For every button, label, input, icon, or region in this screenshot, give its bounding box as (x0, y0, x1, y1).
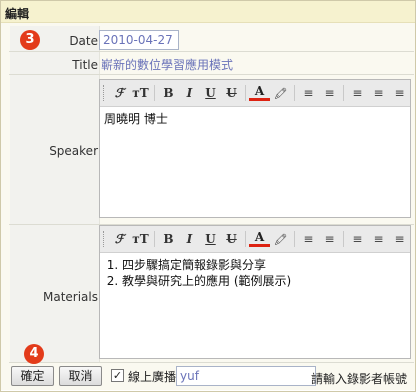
row-divider (9, 362, 414, 363)
live-broadcast-label: 線上廣播 (128, 370, 177, 384)
align-center-icon[interactable]: ≡ (368, 228, 389, 250)
cancel-button[interactable]: 取消 (59, 366, 102, 386)
align-right-icon[interactable]: ≡ (389, 82, 410, 104)
toolbar-separator (294, 231, 295, 247)
toolbar-separator (245, 85, 246, 101)
toolbar-separator (343, 231, 344, 247)
ordered-list-icon[interactable]: ≡ (298, 82, 319, 104)
align-left-icon[interactable]: ≡ (347, 82, 368, 104)
underline-icon[interactable]: U (200, 82, 221, 104)
speaker-content[interactable]: 周曉明 博士 (100, 107, 410, 131)
bold-icon[interactable]: B (158, 82, 179, 104)
align-left-icon[interactable]: ≡ (347, 228, 368, 250)
toolbar-separator (294, 85, 295, 101)
italic-icon[interactable]: I (179, 82, 200, 104)
unordered-list-icon[interactable]: ≡ (319, 82, 340, 104)
step-badge: 4 (24, 344, 44, 364)
confirm-button[interactable]: 確定 (11, 366, 54, 386)
recorder-account-hint: 請輸入錄影者帳號 (311, 372, 408, 386)
date-field[interactable]: 2010-04-27 (99, 30, 179, 50)
editor-toolbar: ℱ тT B I U U A 🖍 ≡ ≡ ≡ ≡ ≡ (100, 80, 410, 107)
align-center-icon[interactable]: ≡ (368, 82, 389, 104)
step-badge: 3 (20, 30, 40, 50)
toolbar-separator (153, 85, 155, 101)
ordered-list-icon[interactable]: ≡ (298, 228, 319, 250)
materials-editor: ℱ тT B I U U A 🖍 ≡ ≡ ≡ ≡ ≡ 四步驟搞定簡報錄影與分享 … (99, 225, 411, 359)
editor-toolbar: ℱ тT B I U U A 🖍 ≡ ≡ ≡ ≡ ≡ (100, 226, 410, 253)
list-item: 四步驟搞定簡報錄影與分享 (122, 257, 406, 273)
row-divider (9, 74, 414, 75)
speaker-editor: ℱ тT B I U U A 🖍 ≡ ≡ ≡ ≡ ≡ 周曉明 博士 (99, 79, 411, 218)
title-value[interactable]: 嶄新的數位學習應用模式 (101, 56, 233, 73)
toolbar-separator (245, 231, 246, 247)
font-size-icon[interactable]: тT (130, 82, 151, 104)
font-size-icon[interactable]: тT (130, 228, 151, 250)
toolbar-handle (103, 231, 105, 247)
unordered-list-icon[interactable]: ≡ (319, 228, 340, 250)
toolbar-separator (153, 231, 155, 247)
row-divider (9, 51, 414, 52)
font-color-icon[interactable]: A (248, 85, 270, 101)
materials-list: 四步驟搞定簡報錄影與分享 教學與研究上的應用 (範例展示) (104, 257, 406, 289)
underline-icon[interactable]: U (200, 228, 221, 250)
italic-icon[interactable]: I (179, 228, 200, 250)
font-family-icon[interactable]: ℱ (109, 82, 130, 104)
date-label: Date (69, 34, 98, 48)
toolbar-handle (103, 85, 105, 101)
strikethrough-icon[interactable]: U (221, 228, 242, 250)
recorder-account-input[interactable]: yuf (176, 366, 316, 386)
highlight-icon[interactable]: 🖍 (270, 82, 291, 104)
bold-icon[interactable]: B (158, 228, 179, 250)
label-column (10, 26, 100, 362)
materials-label: Materials (42, 290, 98, 304)
panel-title: 編輯 (1, 1, 415, 23)
action-bar: 確定 取消 ✓ 線上廣播 yuf 請輸入錄影者帳號 (9, 366, 413, 388)
strikethrough-icon[interactable]: U (221, 82, 242, 104)
highlight-icon[interactable]: 🖍 (270, 228, 291, 250)
list-item: 教學與研究上的應用 (範例展示) (122, 273, 406, 289)
materials-content[interactable]: 四步驟搞定簡報錄影與分享 教學與研究上的應用 (範例展示) (100, 253, 410, 293)
font-color-icon[interactable]: A (248, 231, 270, 247)
live-broadcast-checkbox[interactable]: ✓ (111, 369, 124, 382)
toolbar-separator (343, 85, 344, 101)
font-family-icon[interactable]: ℱ (109, 228, 130, 250)
speaker-label: Speaker (49, 144, 98, 158)
title-label: Title (72, 58, 98, 72)
align-right-icon[interactable]: ≡ (389, 228, 410, 250)
